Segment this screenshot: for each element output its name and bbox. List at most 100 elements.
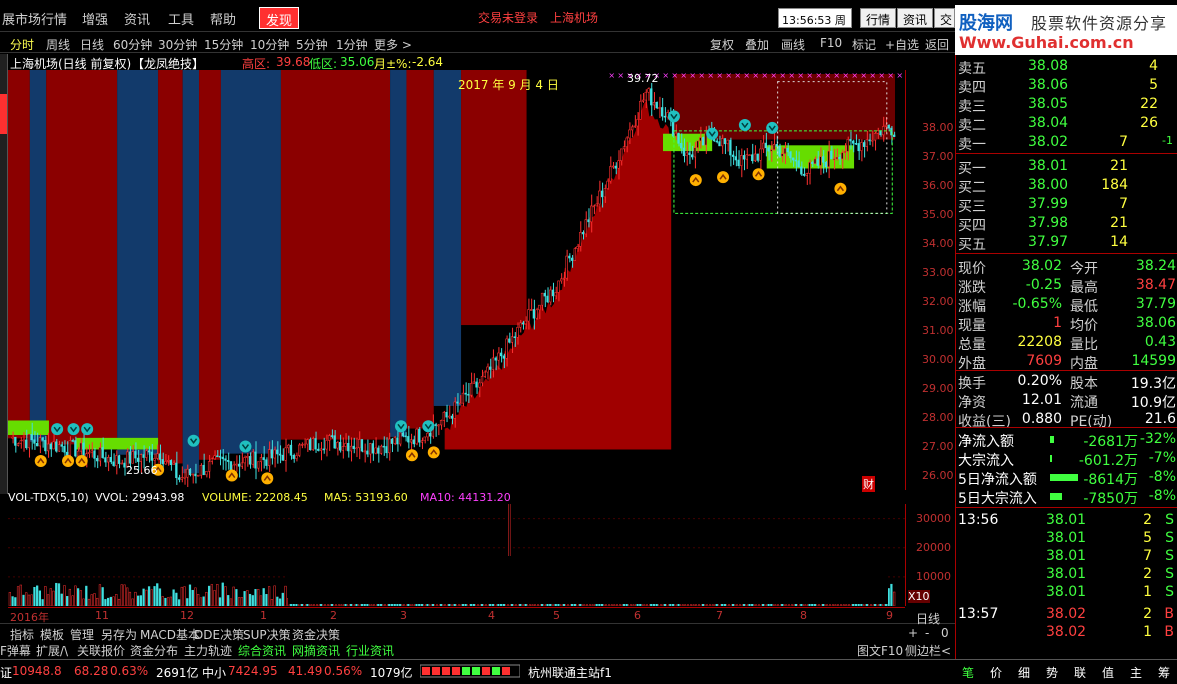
sb-main[interactable]: 主 [1130,664,1142,681]
candle-body [614,165,617,169]
tab-general-news[interactable]: 综合资讯 [238,642,286,659]
candle-body [502,355,506,359]
vol-indicator-name[interactable]: VOL-TDX(5,10) [8,491,89,504]
period-week[interactable]: 周线 [46,36,70,53]
volume-bar [188,584,192,606]
tab-industry-news[interactable]: 行业资讯 [346,642,394,659]
candle-body [145,450,148,458]
tab-main-track[interactable]: 主力轨迹 [184,642,232,659]
flow-row: 5日大宗流入 -7850万 -8% [956,487,1177,507]
tab-fund-dist[interactable]: 资金分布 [130,642,178,659]
volume-bar [93,593,96,606]
bid-volume: 21 [1110,158,1128,174]
flow-value: -8614万 [1083,472,1138,488]
menu-news[interactable]: 资讯 [124,9,150,28]
sb-detail[interactable]: 细 [1018,664,1030,681]
sb-trades[interactable]: 笔 [962,664,974,681]
date-tick-label: 5 [553,609,560,622]
fundamental-value: 0.880 [1021,411,1062,427]
candle-body [827,150,830,168]
ask-row[interactable]: 卖四 38.06 5 [956,76,1177,96]
tab-related[interactable]: 关联报价 [77,642,125,659]
period-more[interactable]: 更多 > [374,36,412,53]
finance-icon[interactable]: 财 [862,476,875,492]
discover-button[interactable]: 发现 [259,7,300,29]
ask-row[interactable]: 卖三 38.05 22 [956,95,1177,115]
quote-label-2: 均价 [1070,318,1098,334]
period-10min[interactable]: 10分钟 [250,36,289,53]
bid-row[interactable]: 买二 38.00 184 [956,176,1177,196]
bid-row[interactable]: 买五 37.97 14 [956,233,1177,253]
ask-price: 38.05 [1028,96,1069,112]
zoom-in-button[interactable]: + [908,626,918,640]
menu-tools[interactable]: 工具 [168,9,194,28]
period-timeshare[interactable]: 分时 [10,36,34,53]
bid-row[interactable]: 买三 37.99 7 [956,195,1177,215]
candle-body [450,415,454,419]
sidebar-toggle[interactable]: 侧边栏< [905,642,951,659]
zone-block [117,70,159,455]
candle-body [794,159,798,162]
period-60min[interactable]: 60分钟 [113,36,152,53]
tab-extend[interactable]: 扩展/\ [36,642,68,659]
candle-body [456,401,459,404]
bid-row[interactable]: 买四 37.98 21 [956,214,1177,234]
left-side-tabs[interactable] [0,54,8,494]
period-1min[interactable]: 1分钟 [336,36,368,53]
volume-tick-label: 20000 [916,540,951,554]
date-tick-label: 12 [180,609,194,622]
candle-body [693,147,697,158]
sb-chips[interactable]: 筹 [1158,664,1170,681]
kline-chart[interactable]: ×××××××××××××××××××××××××××××××××××× [8,70,905,490]
volume-chart[interactable] [8,504,905,606]
back-button[interactable]: 返回 [925,36,949,53]
bid-price: 38.01 [1028,158,1069,174]
candle-body [568,255,571,259]
menu-help[interactable]: 帮助 [210,9,236,28]
bid-row[interactable]: 买一 38.01 21 [956,157,1177,177]
graphic-f10-button[interactable]: 图文F10 [857,642,903,659]
news-button[interactable]: 资讯 [897,8,934,28]
sb-value[interactable]: 值 [1102,664,1114,681]
menu-enhance[interactable]: 增强 [82,9,108,28]
flow-label: 大宗流入 [958,453,1014,469]
reset-button[interactable]: 0 [941,626,949,640]
ask-row[interactable]: 卖五 38.08 4 [956,57,1177,77]
ask-row[interactable]: 卖二 38.04 26 [956,114,1177,134]
ask-row[interactable]: 卖一 38.02 7 -1 [956,133,1177,153]
menu-market[interactable]: 展市场行情 [2,9,67,28]
candle-body [778,146,781,157]
sb-trend[interactable]: 势 [1046,664,1058,681]
left-tab-active[interactable] [0,94,7,134]
period-30min[interactable]: 30分钟 [158,36,197,53]
overlay-button[interactable]: 叠加 [745,36,769,53]
sb-link[interactable]: 联 [1074,664,1086,681]
zoom-out-button[interactable]: - [925,626,929,640]
quote-button[interactable]: 行情 [860,8,897,28]
sb-price[interactable]: 价 [990,664,1002,681]
trade-button[interactable]: 交 [934,8,955,28]
tab-danmaku[interactable]: F弹幕 [0,642,31,659]
mark-button[interactable]: 标记 [852,36,876,53]
draw-button[interactable]: 画线 [781,36,805,53]
adjust-button[interactable]: 复权 [710,36,734,53]
server-name[interactable]: 杭州联通主站f1 [528,664,612,681]
f10-button[interactable]: F10 [820,36,842,50]
candle-body [644,91,647,101]
candle-body [636,118,639,127]
buy-signal-icon [834,182,847,195]
add-favorite-button[interactable]: +自选 [885,36,919,53]
candle-body [453,401,456,419]
tick-volume: 2 [1143,566,1152,582]
period-day[interactable]: 日线 [80,36,104,53]
period-label-day[interactable]: 日线 [916,610,940,627]
trade-status[interactable]: 交易未登录 [478,9,538,26]
flow-value: -601.2万 [1078,453,1138,469]
top-marker: × [878,71,885,80]
period-15min[interactable]: 15分钟 [204,36,243,53]
period-5min[interactable]: 5分钟 [296,36,328,53]
tab-web-news[interactable]: 网摘资讯 [292,642,340,659]
candle-body [685,152,688,157]
candle-body [284,447,287,461]
candle-body [27,434,31,449]
